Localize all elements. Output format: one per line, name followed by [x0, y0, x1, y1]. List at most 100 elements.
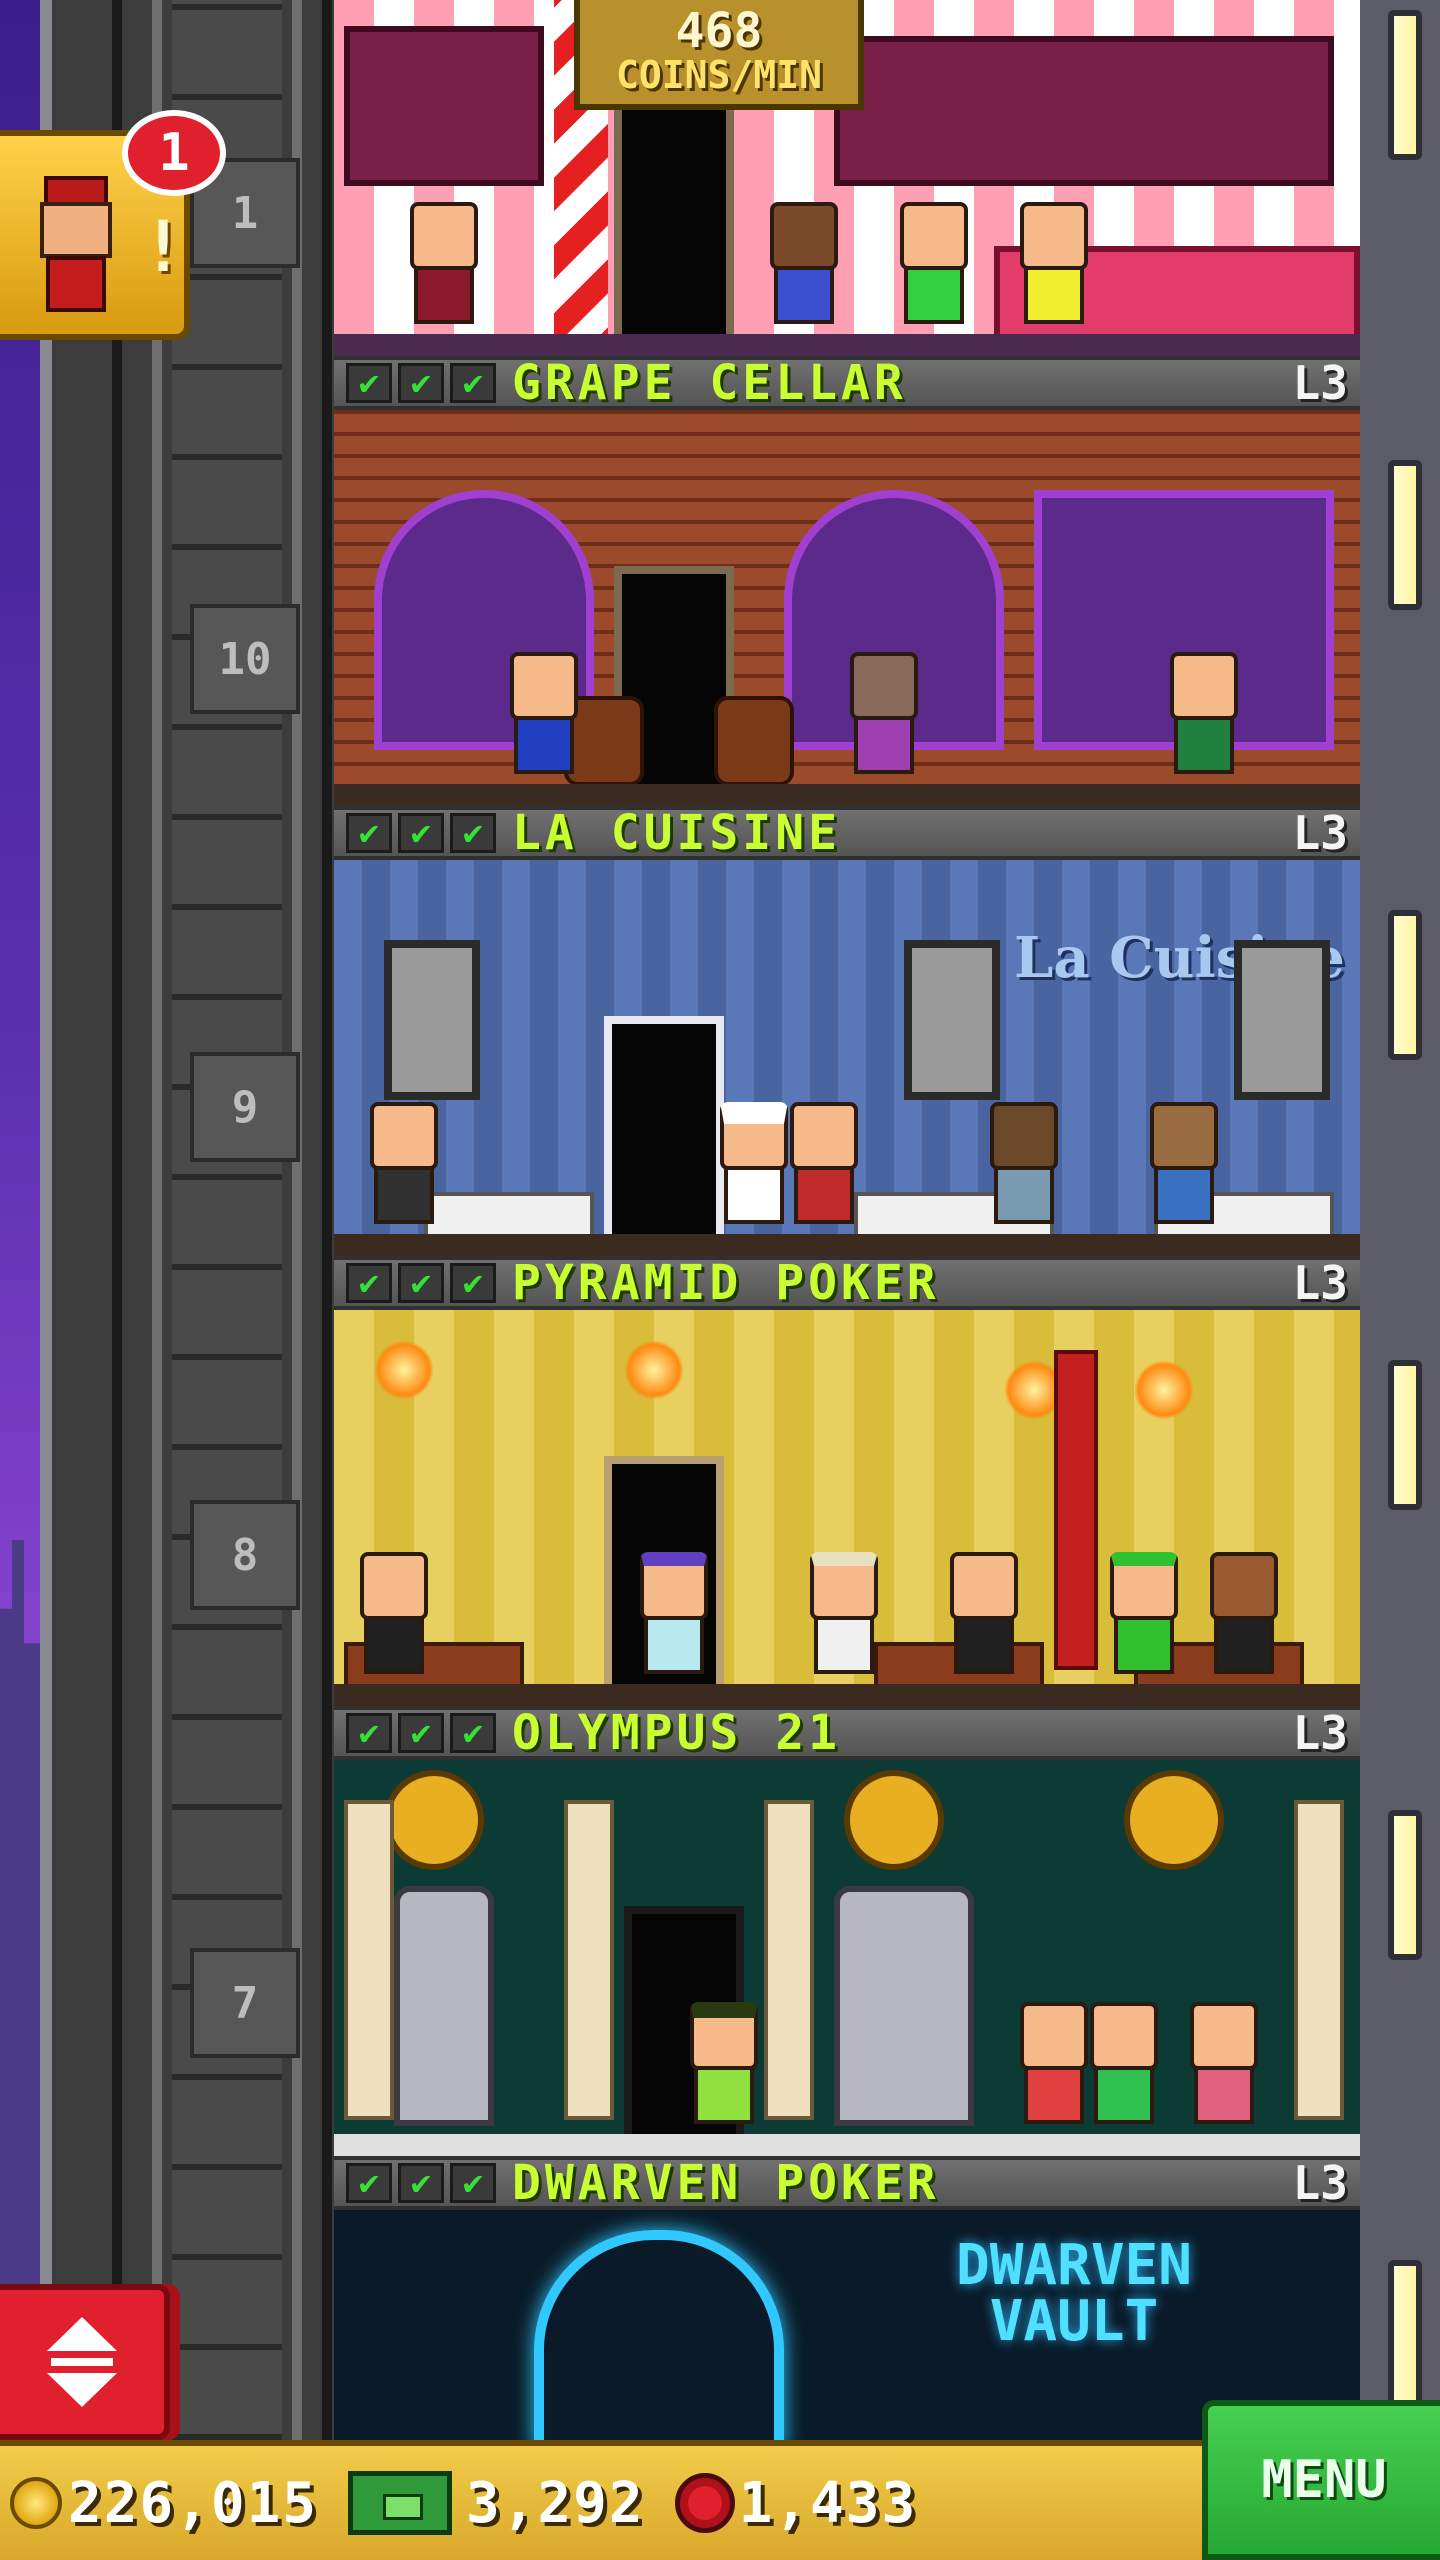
check-icon: ✔: [346, 363, 392, 403]
floor-number-9: 9: [190, 1052, 300, 1162]
floor-base: [334, 2134, 1360, 2156]
shaft-rail: [152, 0, 162, 2440]
city-silhouette: [0, 1540, 40, 2400]
wall-lamp: [1388, 1360, 1422, 1510]
bux-value: 3,292: [466, 2470, 645, 2536]
bitizen[interactable]: [1014, 2002, 1094, 2132]
bitizen[interactable]: [504, 652, 584, 782]
check-icon: ✔: [450, 1263, 496, 1303]
coins-per-minute-label: COINS/MIN: [616, 53, 822, 98]
torch-fire: [1134, 1360, 1194, 1420]
bitizen[interactable]: [354, 1552, 434, 1682]
greek-pillar: [1294, 1800, 1344, 2120]
bux-icon: [348, 2471, 453, 2535]
tower[interactable]: ✔ ✔ ✔ GRAPE CELLAR L3 ✔ ✔ ✔ LA CUISINE L…: [334, 0, 1360, 2440]
check-icon: ✔: [346, 1263, 392, 1303]
check-icon: ✔: [346, 1713, 392, 1753]
zeus-statue: [834, 1886, 974, 2126]
bitizen[interactable]: [1084, 2002, 1164, 2132]
shaft-rail: [322, 0, 332, 2440]
chef-bitizen[interactable]: [714, 1102, 794, 1232]
floor-la-cuisine[interactable]: ✔ ✔ ✔ LA CUISINE L3 La Cuisine: [334, 805, 1360, 1256]
bitizen[interactable]: [984, 1102, 1064, 1232]
floor-name: DWARVEN POKER: [512, 2155, 940, 2211]
floor-pyramid-poker[interactable]: ✔ ✔ ✔ PYRAMID POKER L3: [334, 1255, 1360, 1706]
robot-statue: [394, 1886, 494, 2126]
bitizen[interactable]: [364, 1102, 444, 1232]
floor-banner[interactable]: ✔ ✔ ✔ OLYMPUS 21 L3: [334, 1705, 1360, 1761]
check-icon: ✔: [398, 1263, 444, 1303]
floor-room[interactable]: [334, 1310, 1360, 1706]
floor-base: [334, 334, 1360, 356]
red-column: [1054, 1350, 1098, 1670]
bitizen[interactable]: [944, 1552, 1024, 1682]
floor-banner[interactable]: ✔ ✔ ✔ GRAPE CELLAR L3: [334, 355, 1360, 411]
wall-lamp: [1388, 1810, 1422, 1960]
floor-level: L3: [1292, 1706, 1348, 1760]
gem-icon: [674, 2473, 735, 2533]
elevator-arrows-icon: [47, 2317, 117, 2407]
check-icon: ✔: [398, 2163, 444, 2203]
bitizen[interactable]: [1104, 1552, 1184, 1682]
tower-right-wall: [1360, 0, 1440, 2440]
torch-fire: [624, 1340, 684, 1400]
bitizen[interactable]: [784, 1102, 864, 1232]
floor-level: L3: [1292, 806, 1348, 860]
vault-sign: DWARVEN VAULT: [955, 2233, 1192, 2354]
wall-lamp: [1388, 460, 1422, 610]
floor-door: [614, 96, 734, 356]
menu-button[interactable]: MENU: [1202, 2400, 1440, 2560]
bitizen[interactable]: [844, 652, 924, 782]
check-icon: ✔: [450, 813, 496, 853]
chip-emblem: [384, 1770, 484, 1870]
check-icon: ✔: [450, 363, 496, 403]
floor-name: OLYMPUS 21: [512, 1705, 841, 1761]
wall-lamp: [1388, 910, 1422, 1060]
floor-olympus-21[interactable]: ✔ ✔ ✔ OLYMPUS 21 L3: [334, 1705, 1360, 2156]
bitizen[interactable]: [1164, 652, 1244, 782]
gems-stat[interactable]: 1,433: [674, 2471, 918, 2536]
coins-stat[interactable]: 226,015: [10, 2471, 318, 2536]
elevator-shaft[interactable]: 1 10 9 8 7: [40, 0, 340, 2440]
check-icon: ✔: [346, 2163, 392, 2203]
floor-level: L3: [1292, 2156, 1348, 2210]
bitizen[interactable]: [634, 1552, 714, 1682]
elevator-button[interactable]: [0, 2284, 170, 2440]
floor-name: LA CUISINE: [512, 805, 841, 861]
bux-stat[interactable]: 3,292: [348, 2471, 645, 2536]
floor-grape-cellar[interactable]: ✔ ✔ ✔ GRAPE CELLAR L3: [334, 355, 1360, 806]
floor-room[interactable]: [334, 410, 1360, 806]
floor-banner[interactable]: ✔ ✔ ✔ DWARVEN POKER L3: [334, 2155, 1360, 2211]
bitizen[interactable]: [804, 1552, 884, 1682]
bitizen[interactable]: [764, 202, 844, 332]
bitizen[interactable]: [1144, 1102, 1224, 1232]
bitizen[interactable]: [1204, 1552, 1284, 1682]
bitizen[interactable]: [684, 2002, 764, 2132]
floor-dwarven-poker[interactable]: ✔ ✔ ✔ DWARVEN POKER L3 DWARVEN VAULT: [334, 2155, 1360, 2440]
candy-shelf: [344, 26, 544, 186]
candy-shelf: [834, 36, 1334, 186]
chip-emblem: [1124, 1770, 1224, 1870]
bitizen[interactable]: [1014, 202, 1094, 332]
floor-base: [334, 1684, 1360, 1706]
floor-number-7: 7: [190, 1948, 300, 2058]
chip-emblem: [844, 1770, 944, 1870]
coins-per-minute-value: 468: [675, 3, 763, 60]
check-icon: ✔: [398, 813, 444, 853]
floor-banner[interactable]: ✔ ✔ ✔ LA CUISINE L3: [334, 805, 1360, 861]
check-icon: ✔: [450, 1713, 496, 1753]
bitizen[interactable]: [404, 202, 484, 332]
notification-badge: 1: [122, 110, 226, 196]
barrel: [714, 696, 794, 786]
bitizen[interactable]: [1184, 2002, 1264, 2132]
floor-level: L3: [1292, 1256, 1348, 1310]
shaft-rail: [112, 0, 122, 2440]
floor-banner[interactable]: ✔ ✔ ✔ PYRAMID POKER L3: [334, 1255, 1360, 1311]
coins-per-minute: 468 COINS/MIN: [574, 0, 864, 110]
floor-name: GRAPE CELLAR: [512, 355, 907, 411]
floor-room[interactable]: La Cuisine: [334, 860, 1360, 1256]
wall-lamp: [1388, 10, 1422, 160]
floor-room[interactable]: [334, 1760, 1360, 2156]
floor-base: [334, 784, 1360, 806]
bitizen[interactable]: [894, 202, 974, 332]
